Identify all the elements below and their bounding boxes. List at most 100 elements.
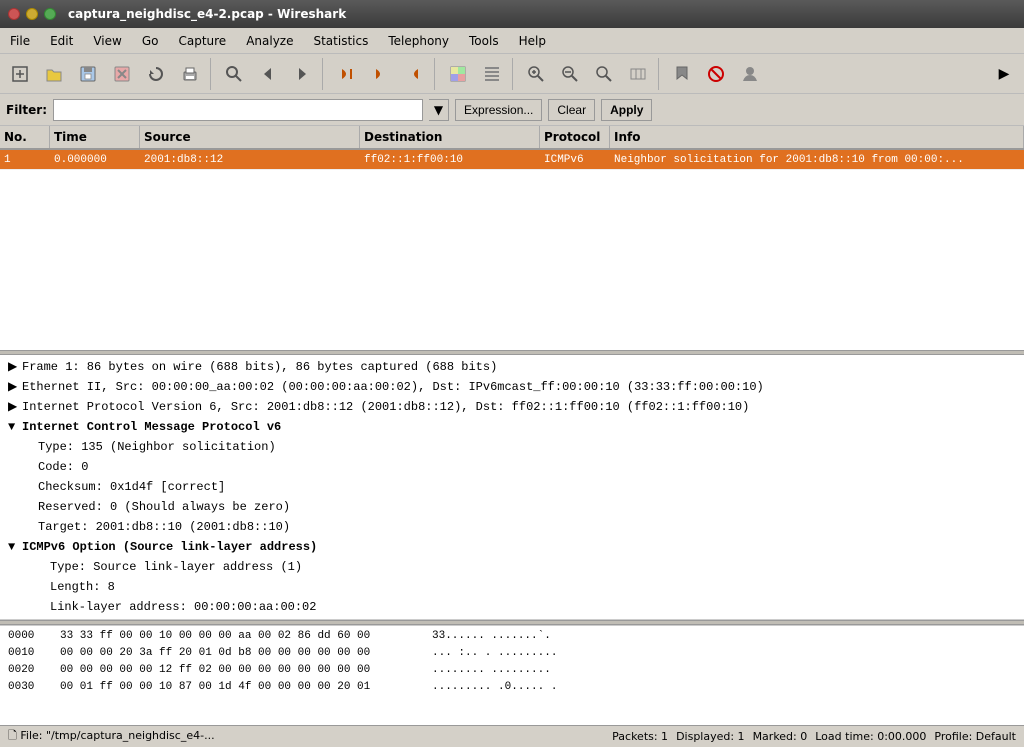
colorize-button[interactable] (442, 58, 474, 90)
detail-target: Target: 2001:db8::10 (2001:db8::10) (0, 517, 1024, 537)
hex-offset: 0010 (8, 645, 48, 662)
hex-row: 0030 00 01 ff 00 00 10 87 00 1d 4f 00 00… (8, 679, 1016, 696)
detail-target-text: Target: 2001:db8::10 (2001:db8::10) (38, 518, 1016, 536)
hex-row: 0020 00 00 00 00 00 12 ff 02 00 00 00 00… (8, 662, 1016, 679)
col-header-protocol[interactable]: Protocol (540, 126, 610, 148)
ignore-packet-button[interactable] (700, 58, 732, 90)
col-header-time[interactable]: Time (50, 126, 140, 148)
go-first-button[interactable] (330, 58, 362, 90)
detail-icmpv6-text: Internet Control Message Protocol v6 (22, 418, 1016, 436)
detail-ipv6-text: Internet Protocol Version 6, Src: 2001:d… (22, 398, 1016, 416)
menu-analyze[interactable]: Analyze (236, 28, 303, 53)
profile-button[interactable] (734, 58, 766, 90)
filter-input[interactable] (53, 99, 423, 121)
detail-reserved-text: Reserved: 0 (Should always be zero) (38, 498, 1016, 516)
menu-capture[interactable]: Capture (168, 28, 236, 53)
more-button[interactable]: ▶ (988, 58, 1020, 90)
open-button[interactable] (38, 58, 70, 90)
detail-icmpv6-option[interactable]: ▼ ICMPv6 Option (Source link-layer addre… (0, 537, 1024, 557)
table-row[interactable]: 1 0.000000 2001:db8::12 ff02::1:ff00:10 … (0, 150, 1024, 170)
expand-arrow-ipv6: ▶ (8, 398, 22, 416)
menu-go[interactable]: Go (132, 28, 169, 53)
close-button[interactable] (8, 8, 20, 20)
detail-ethernet[interactable]: ▶ Ethernet II, Src: 00:00:00_aa:00:02 (0… (0, 377, 1024, 397)
menu-help[interactable]: Help (509, 28, 556, 53)
go-prev-button[interactable] (364, 58, 396, 90)
menu-view[interactable]: View (83, 28, 131, 53)
packet-list: 1 0.000000 2001:db8::12 ff02::1:ff00:10 … (0, 150, 1024, 260)
expand-arrow-frame: ▶ (8, 358, 22, 376)
hex-row: 0010 00 00 00 20 3a ff 20 01 0d b8 00 00… (8, 645, 1016, 662)
filter-dropdown-button[interactable]: ▼ (429, 99, 449, 121)
detail-code: Code: 0 (0, 457, 1024, 477)
col-header-source[interactable]: Source (140, 126, 360, 148)
toolbar: ▶ (0, 54, 1024, 94)
print-button[interactable] (174, 58, 206, 90)
cell-source: 2001:db8::12 (140, 150, 360, 169)
minimize-button[interactable] (26, 8, 38, 20)
expression-button[interactable]: Expression... (455, 99, 542, 121)
menu-edit[interactable]: Edit (40, 28, 83, 53)
hex-bytes: 00 00 00 00 00 12 ff 02 00 00 00 00 00 0… (60, 662, 420, 679)
apply-button[interactable]: Apply (601, 99, 652, 121)
cell-info: Neighbor solicitation for 2001:db8::10 f… (610, 150, 1024, 169)
col-header-info[interactable]: Info (610, 126, 1024, 148)
zoom-out-button[interactable] (554, 58, 586, 90)
detail-type-text: Type: 135 (Neighbor solicitation) (38, 438, 1016, 456)
detail-frame-text: Frame 1: 86 bytes on wire (688 bits), 86… (22, 358, 1016, 376)
status-packets: Packets: 1 (612, 730, 668, 743)
resize-cols-button[interactable] (622, 58, 654, 90)
normal-size-button[interactable] (588, 58, 620, 90)
detail-opt-type-text: Type: Source link-layer address (1) (50, 558, 1016, 576)
clear-button[interactable]: Clear (548, 99, 595, 121)
hex-ascii: ... :.. . ......... (432, 645, 557, 662)
go-next-button[interactable] (398, 58, 430, 90)
maximize-button[interactable] (44, 8, 56, 20)
zoom-in-button[interactable] (520, 58, 552, 90)
cell-no: 1 (0, 150, 50, 169)
col-header-no[interactable]: No. (0, 126, 50, 148)
expand-arrow-option: ▼ (8, 538, 22, 556)
hex-bytes: 33 33 ff 00 00 10 00 00 00 aa 00 02 86 d… (60, 628, 420, 645)
hex-offset: 0030 (8, 679, 48, 696)
titlebar: captura_neighdisc_e4-2.pcap - Wireshark (0, 0, 1024, 28)
window-title: captura_neighdisc_e4-2.pcap - Wireshark (68, 7, 346, 21)
status-profile: Profile: Default (934, 730, 1016, 743)
col-header-destination[interactable]: Destination (360, 126, 540, 148)
file-icon: 🗋 (8, 729, 17, 742)
cell-protocol: ICMPv6 (540, 150, 610, 169)
packet-detail: ▶ Frame 1: 86 bytes on wire (688 bits), … (0, 355, 1024, 620)
detail-opt-length-text: Length: 8 (50, 578, 1016, 596)
detail-checksum: Checksum: 0x1d4f [correct] (0, 477, 1024, 497)
detail-opt-lladdr: Link-layer address: 00:00:00:aa:00:02 (0, 597, 1024, 617)
menu-statistics[interactable]: Statistics (303, 28, 378, 53)
toolbar-separator-2 (322, 58, 326, 90)
packet-list-header: No. Time Source Destination Protocol Inf… (0, 126, 1024, 150)
hex-ascii: 33...... .......`. (432, 628, 551, 645)
toolbar-separator-5 (658, 58, 662, 90)
menu-file[interactable]: File (0, 28, 40, 53)
detail-ethernet-text: Ethernet II, Src: 00:00:00_aa:00:02 (00:… (22, 378, 1016, 396)
save-button[interactable] (72, 58, 104, 90)
hex-row: 0000 33 33 ff 00 00 10 00 00 00 aa 00 02… (8, 628, 1016, 645)
find-button[interactable] (218, 58, 250, 90)
statusbar: 🗋 File: "/tmp/captura_neighdisc_e4-... P… (0, 725, 1024, 747)
detail-checksum-text: Checksum: 0x1d4f [correct] (38, 478, 1016, 496)
close-capture-button[interactable] (106, 58, 138, 90)
hex-ascii: ........ ......... (432, 662, 551, 679)
menu-telephony[interactable]: Telephony (378, 28, 459, 53)
filterbar: Filter: ▼ Expression... Clear Apply (0, 94, 1024, 126)
toolbar-separator-1 (210, 58, 214, 90)
hex-ascii: ......... .0..... . (432, 679, 557, 696)
detail-frame[interactable]: ▶ Frame 1: 86 bytes on wire (688 bits), … (0, 357, 1024, 377)
back-button[interactable] (252, 58, 284, 90)
reload-button[interactable] (140, 58, 172, 90)
autoscroll-button[interactable] (476, 58, 508, 90)
menu-tools[interactable]: Tools (459, 28, 509, 53)
expand-arrow-ethernet: ▶ (8, 378, 22, 396)
mark-packet-button[interactable] (666, 58, 698, 90)
detail-ipv6[interactable]: ▶ Internet Protocol Version 6, Src: 2001… (0, 397, 1024, 417)
forward-button[interactable] (286, 58, 318, 90)
new-capture-button[interactable] (4, 58, 36, 90)
detail-icmpv6[interactable]: ▼ Internet Control Message Protocol v6 (0, 417, 1024, 437)
